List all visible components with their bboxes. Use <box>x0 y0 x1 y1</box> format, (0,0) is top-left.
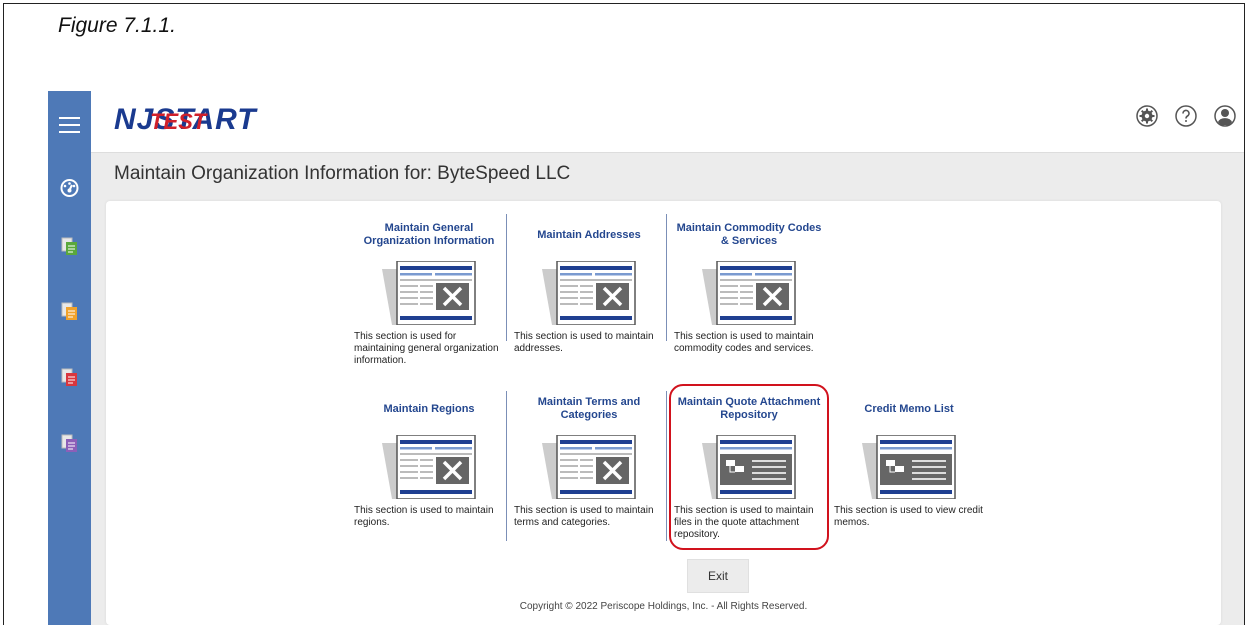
purple-document-icon[interactable] <box>59 433 80 454</box>
user-icon[interactable] <box>1214 105 1236 127</box>
dashboard-icon[interactable] <box>59 177 80 198</box>
tile-title[interactable]: Maintain Regions <box>354 383 504 435</box>
tile-title[interactable]: Maintain General Organization Informatio… <box>354 209 504 261</box>
tile-title[interactable]: Maintain Addresses <box>514 209 664 261</box>
form-tools-icon <box>701 261 796 325</box>
app-window: NJSTART TEST Maintain Organization Infor… <box>48 91 1244 625</box>
tile-general-organization-info[interactable]: Maintain General Organization Informatio… <box>354 209 504 367</box>
tile-description: This section is used to maintain address… <box>514 331 654 354</box>
form-tools-icon <box>541 435 636 499</box>
tile-description: This section is used to maintain regions… <box>354 505 494 528</box>
form-tools-icon <box>381 261 476 325</box>
help-icon[interactable] <box>1175 105 1197 127</box>
tile-description: This section is used for maintaining gen… <box>354 331 499 366</box>
copyright-text: Copyright © 2022 Periscope Holdings, Inc… <box>519 601 808 612</box>
page-title: Maintain Organization Information for: B… <box>114 163 571 184</box>
content-panel: Maintain General Organization Informatio… <box>106 201 1221 625</box>
tile-credit-memo-list[interactable]: Credit Memo List This section is used to… <box>834 383 984 529</box>
top-bar: NJSTART TEST <box>91 91 1244 153</box>
hamburger-icon[interactable] <box>59 117 80 133</box>
divider <box>666 391 667 541</box>
tile-title[interactable]: Credit Memo List <box>834 383 984 435</box>
tile-description: This section is used to maintain commodi… <box>674 331 814 354</box>
divider <box>506 214 507 341</box>
figure-caption: Figure 7.1.1. <box>58 14 176 37</box>
tile-commodity-codes[interactable]: Maintain Commodity Codes & Services This… <box>674 209 824 355</box>
form-tools-icon <box>381 435 476 499</box>
njstart-logo[interactable]: NJSTART TEST <box>114 103 257 137</box>
tile-description: This section is used to view credit memo… <box>834 505 983 528</box>
form-tools-icon <box>541 261 636 325</box>
exit-button[interactable]: Exit <box>687 559 749 593</box>
orange-document-icon[interactable] <box>59 301 80 322</box>
tile-regions[interactable]: Maintain Regions This section is used to… <box>354 383 504 529</box>
settings-icon[interactable] <box>1136 105 1158 127</box>
green-document-icon[interactable] <box>59 236 80 257</box>
tile-title[interactable]: Maintain Terms and Categories <box>514 383 664 435</box>
tile-description: This section is used to maintain terms a… <box>514 505 654 528</box>
sidebar <box>48 91 91 625</box>
tile-addresses[interactable]: Maintain Addresses This section is used … <box>514 209 664 355</box>
tile-terms-categories[interactable]: Maintain Terms and Categories This secti… <box>514 383 664 529</box>
tile-title[interactable]: Maintain Commodity Codes & Services <box>674 209 824 261</box>
form-list-icon <box>861 435 956 499</box>
divider <box>506 391 507 541</box>
logo-test-text: TEST <box>150 109 207 134</box>
divider <box>666 214 667 341</box>
red-document-icon[interactable] <box>59 367 80 388</box>
highlight-annotation <box>669 384 829 550</box>
